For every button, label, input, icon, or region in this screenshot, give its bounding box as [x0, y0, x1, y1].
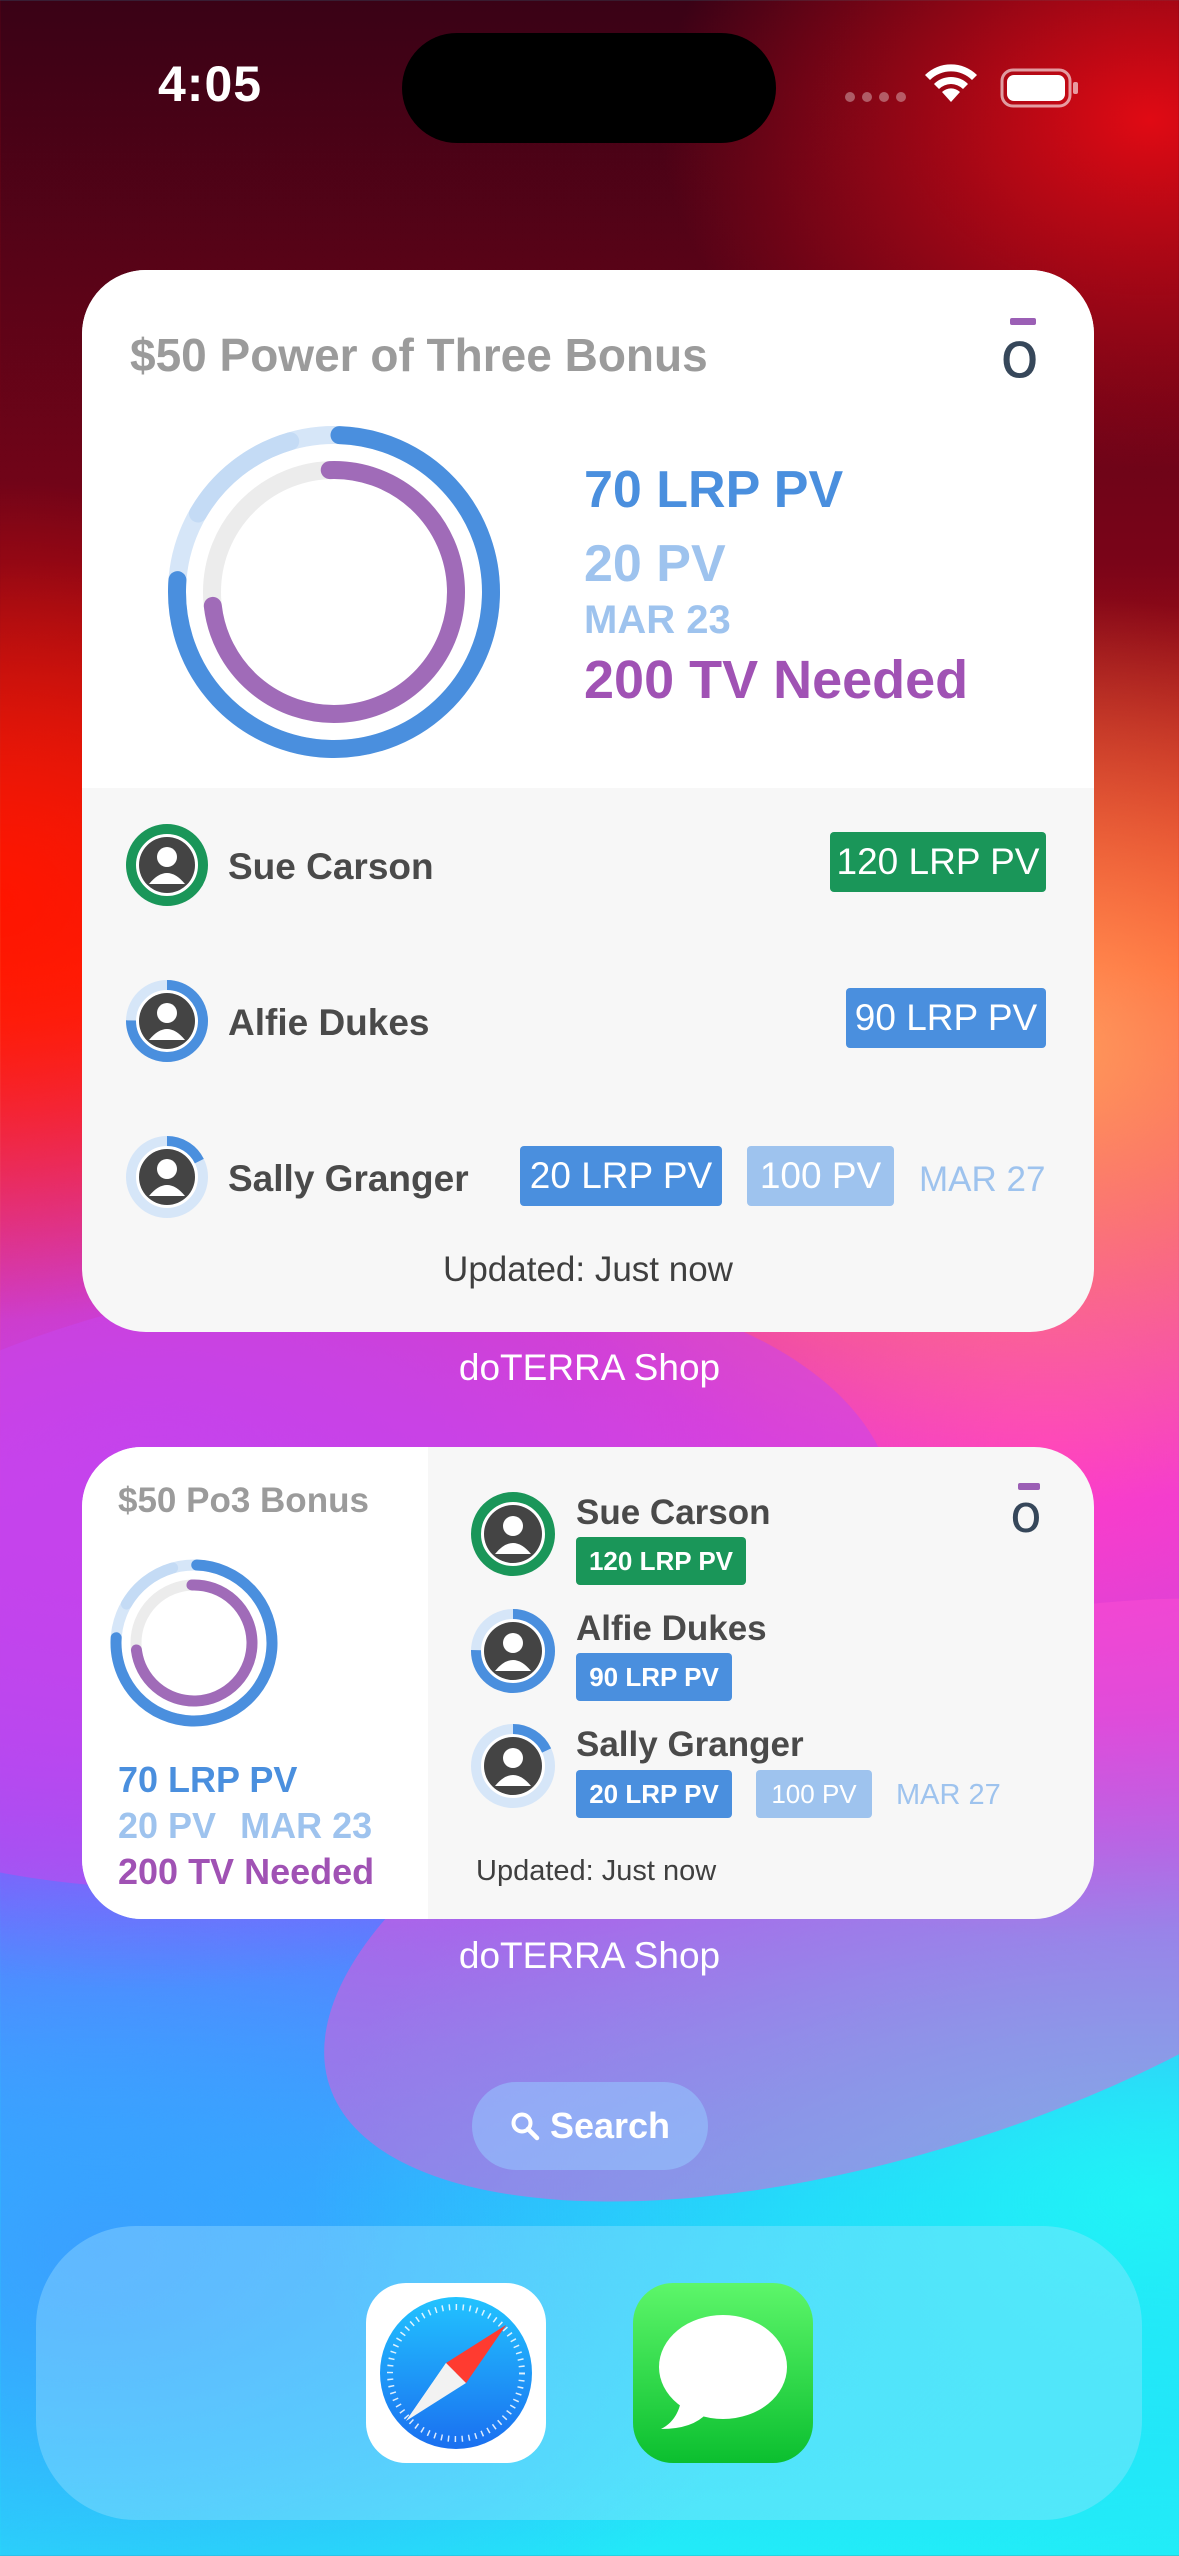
- cellular-signal-icon: [845, 92, 906, 102]
- avatar-icon: [126, 980, 208, 1062]
- pv-badge: 100 PV: [747, 1146, 894, 1206]
- power-of-three-widget-medium[interactable]: $50 Po3 Bonus 70 LRP PV 20 PV MAR 23 200 …: [82, 1447, 1094, 1919]
- pv-value: 20 PV: [584, 535, 726, 593]
- widget-title: $50 Power of Three Bonus: [130, 329, 708, 381]
- member-date: MAR 27: [919, 1160, 1046, 1199]
- date-value: MAR 23: [584, 598, 731, 642]
- widget-summary-section: $50 Power of Three Bonus o 70 LRP PV 20 …: [82, 270, 1094, 788]
- widget-app-label: doTERRA Shop: [458, 1935, 721, 1976]
- lrp-pv-value: 70 LRP PV: [118, 1759, 298, 1800]
- tv-needed-value: 200 TV Needed: [584, 650, 969, 710]
- status-time: 4:05: [158, 56, 263, 112]
- widget-title: $50 Po3 Bonus: [118, 1481, 369, 1520]
- search-icon: [511, 2112, 540, 2141]
- member-row-sally-granger[interactable]: Sally Granger 20 LRP PV 100 PV MAR 27: [82, 1134, 1094, 1234]
- member-name: Sue Carson: [228, 846, 434, 887]
- doterra-logo-icon: o: [1000, 318, 1040, 393]
- pv-value: 20 PV: [118, 1805, 217, 1846]
- messages-app-icon[interactable]: [633, 2283, 813, 2463]
- search-label: Search: [549, 2105, 671, 2146]
- pv-badge: 100 PV: [756, 1770, 872, 1818]
- member-name: Alfie Dukes: [576, 1609, 767, 1648]
- doterra-logo-icon: o: [1010, 1483, 1042, 1545]
- lrp-pv-badge: 20 LRP PV: [576, 1770, 732, 1818]
- lrp-pv-badge: 120 LRP PV: [576, 1537, 746, 1585]
- lrp-pv-badge: 90 LRP PV: [576, 1653, 732, 1701]
- updated-status: Updated: Just now: [443, 1250, 733, 1289]
- messages-bubble-icon: [659, 2315, 787, 2429]
- member-name: Sally Granger: [576, 1725, 804, 1764]
- progress-rings-chart: [167, 426, 500, 758]
- widget-app-label: doTERRA Shop: [458, 1347, 721, 1388]
- updated-status: Updated: Just now: [476, 1855, 717, 1887]
- dynamic-island: [402, 33, 776, 143]
- power-of-three-widget-large[interactable]: $50 Power of Three Bonus o 70 LRP PV 20 …: [82, 270, 1094, 1332]
- tv-needed-value: 200 TV Needed: [118, 1851, 375, 1892]
- member-name: Sue Carson: [576, 1493, 771, 1532]
- pv-and-date: 20 PV MAR 23: [118, 1805, 372, 1847]
- safari-app-icon[interactable]: [366, 2283, 546, 2463]
- member-name: Alfie Dukes: [228, 1002, 430, 1043]
- member-date: MAR 27: [896, 1779, 1001, 1811]
- summary-stats: 70 LRP PV 20 PV MAR 23 200 TV Needed: [584, 460, 968, 711]
- avatar-icon: [126, 824, 208, 906]
- search-button[interactable]: Search: [472, 2082, 708, 2170]
- lrp-pv-value: 70 LRP PV: [584, 461, 844, 519]
- avatar-icon: [471, 1492, 555, 1576]
- member-name: Sally Granger: [228, 1158, 469, 1199]
- lrp-pv-badge: 90 LRP PV: [846, 988, 1046, 1048]
- member-row-alfie-dukes[interactable]: Alfie Dukes 90 LRP PV: [82, 978, 1094, 1078]
- avatar-icon: [126, 1136, 208, 1218]
- safari-compass-icon: [380, 2297, 532, 2449]
- member-row-sue-carson[interactable]: Sue Carson 120 LRP PV: [82, 822, 1094, 922]
- avatar-icon: [471, 1724, 555, 1808]
- wifi-icon: [925, 64, 977, 102]
- dock: [36, 2226, 1142, 2520]
- progress-rings-chart: [110, 1559, 278, 1727]
- date-value: MAR 23: [240, 1805, 373, 1846]
- lrp-pv-badge: 20 LRP PV: [520, 1146, 722, 1206]
- battery-icon: [1000, 68, 1078, 108]
- lrp-pv-badge: 120 LRP PV: [830, 832, 1046, 892]
- widget-summary-section: $50 Po3 Bonus 70 LRP PV 20 PV MAR 23 200 …: [82, 1447, 428, 1919]
- avatar-icon: [471, 1609, 555, 1693]
